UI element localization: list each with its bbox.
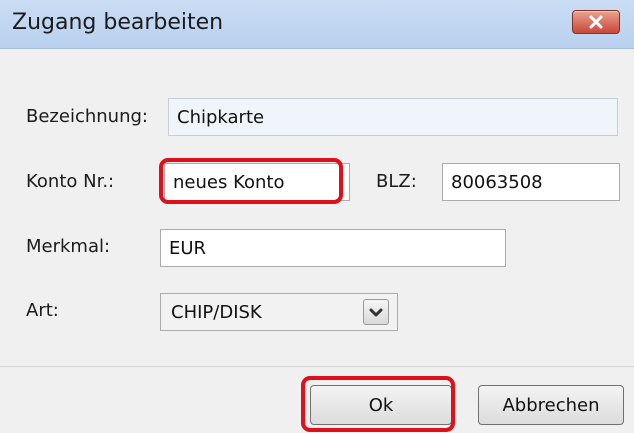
close-icon: [589, 15, 603, 29]
cancel-button[interactable]: Abbrechen: [478, 385, 624, 425]
konto-field[interactable]: neues Konto: [164, 163, 350, 201]
dropdown-arrow-button[interactable]: [363, 299, 389, 325]
bezeichnung-field[interactable]: Chipkarte: [168, 98, 618, 136]
art-select-value: CHIP/DISK: [171, 302, 262, 323]
art-label: Art:: [26, 300, 59, 321]
dialog-window: Zugang bearbeiten Bezeichnung: Chipkarte…: [0, 0, 634, 433]
art-select[interactable]: CHIP/DISK: [160, 293, 398, 331]
chevron-down-icon: [369, 303, 383, 322]
close-button[interactable]: [572, 10, 620, 34]
merkmal-label: Merkmal:: [26, 236, 111, 257]
title-bar: Zugang bearbeiten: [0, 0, 634, 49]
merkmal-field[interactable]: EUR: [160, 229, 506, 267]
window-title: Zugang bearbeiten: [12, 10, 224, 35]
blz-label: BLZ:: [376, 171, 417, 192]
cancel-button-label: Abbrechen: [502, 394, 600, 416]
blz-field[interactable]: 80063508: [442, 163, 620, 201]
ok-button-label: Ok: [368, 394, 394, 416]
ok-button[interactable]: Ok: [310, 385, 452, 425]
bezeichnung-label: Bezeichnung:: [26, 106, 148, 127]
konto-label: Konto Nr.:: [26, 171, 115, 192]
